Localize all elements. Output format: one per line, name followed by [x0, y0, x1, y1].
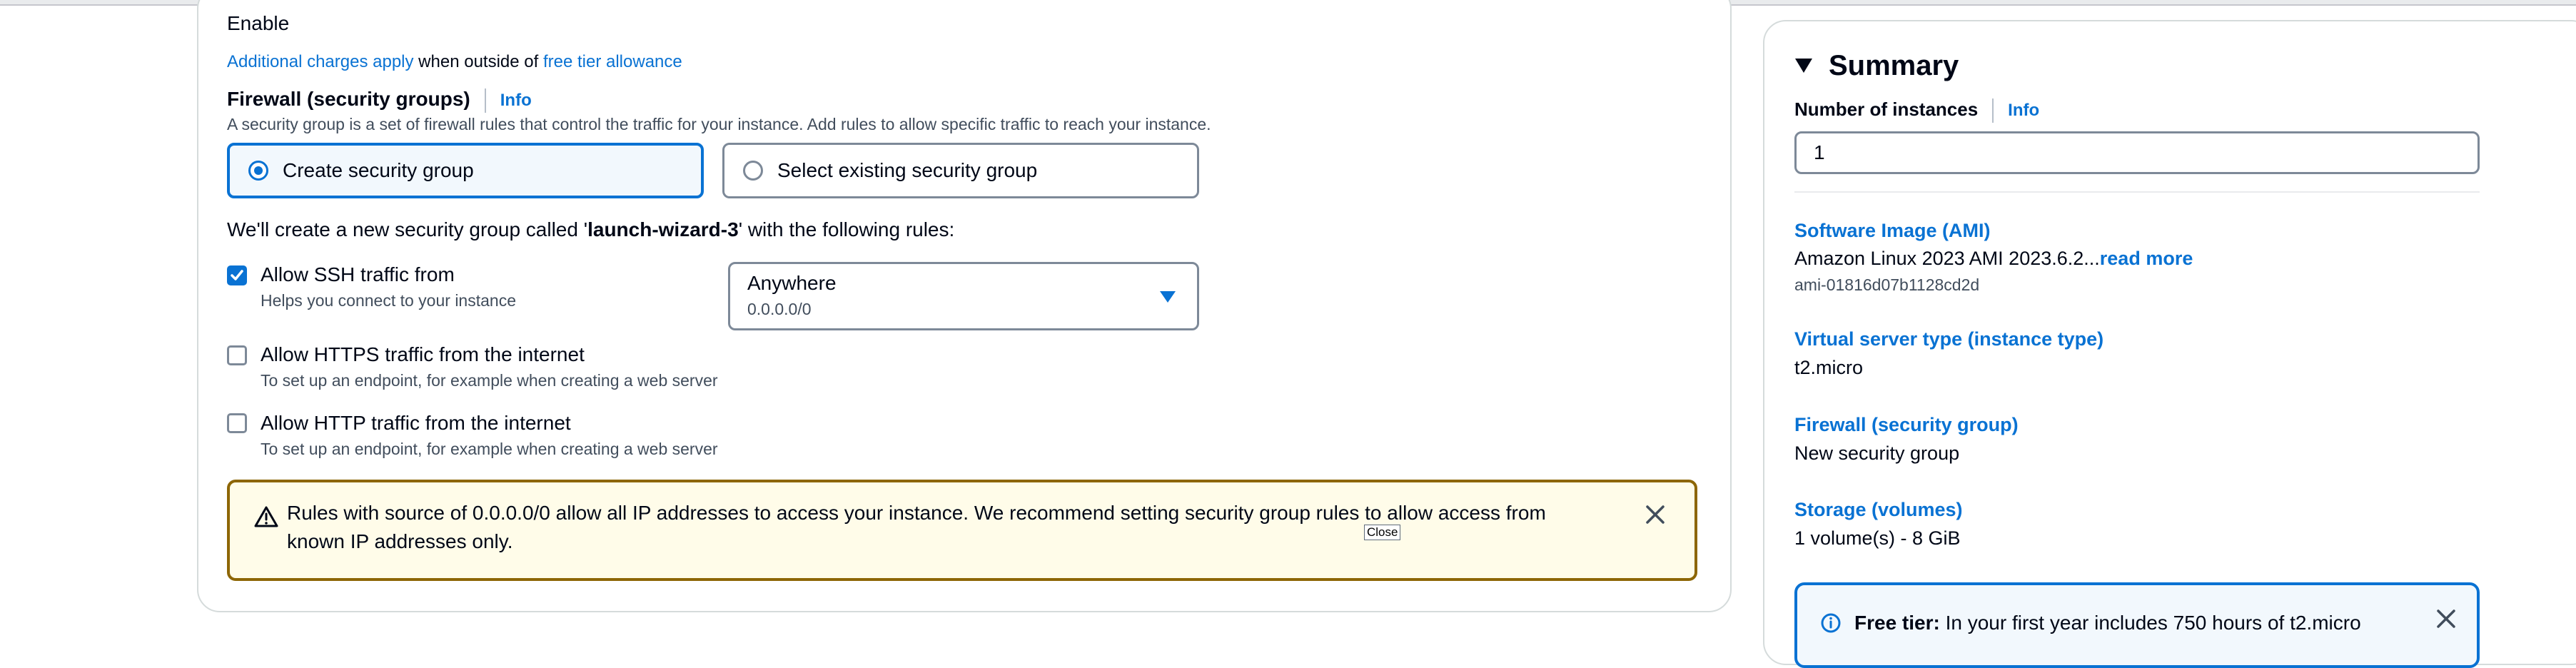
summary-title: Summary — [1829, 50, 1959, 81]
firewall-info-link[interactable]: Info — [500, 91, 532, 110]
close-icon[interactable] — [1645, 504, 1666, 525]
info-separator — [484, 88, 486, 113]
additional-charges-link[interactable]: Additional charges apply — [227, 52, 414, 71]
free-tier-text-row: Free tier: In your first year includes 7… — [1854, 611, 2361, 635]
new-group-sentence: We'll create a new security group called… — [227, 218, 954, 242]
close-icon[interactable] — [2435, 608, 2457, 629]
ami-read-more-link[interactable]: read more — [2100, 248, 2193, 269]
info-separator — [1992, 98, 1994, 123]
firewall-summary-value: New security group — [1794, 442, 1960, 464]
select-existing-security-group-label: Select existing security group — [777, 159, 1038, 181]
summary-header[interactable]: Summary — [1794, 49, 1959, 83]
allow-http-label[interactable]: Allow HTTP traffic from the internet — [261, 411, 571, 435]
instance-type-value: t2.micro — [1794, 357, 1864, 378]
summary-divider — [1794, 191, 2480, 193]
caret-down-icon[interactable] — [1794, 58, 1813, 74]
charges-middle-text: when outside of — [413, 52, 543, 71]
firewall-description: A security group is a set of firewall ru… — [227, 115, 1211, 133]
instance-type-label[interactable]: Virtual server type (instance type) — [1794, 327, 2103, 351]
instances-label-row: Number of instances Info — [1794, 97, 2039, 123]
caret-down-icon — [1160, 291, 1176, 303]
select-existing-security-group-option[interactable]: Select existing security group — [722, 143, 1199, 198]
firewall-heading: Firewall (security groups) — [227, 88, 470, 110]
ami-value-row: Amazon Linux 2023 AMI 2023.6.2...read mo… — [1794, 246, 2193, 270]
free-tier-alert: Free tier: In your first year includes 7… — [1794, 582, 2480, 668]
instances-label: Number of instances — [1794, 98, 1979, 120]
warning-text-line1: Rules with source of 0.0.0.0/0 allow all… — [287, 502, 1546, 524]
new-group-prefix: We'll create a new security group called… — [227, 218, 588, 241]
ssh-source-select[interactable]: Anywhere 0.0.0.0/0 — [728, 262, 1199, 330]
charges-note: Additional charges apply when outside of… — [227, 50, 682, 74]
allow-http-description: To set up an endpoint, for example when … — [261, 440, 718, 458]
ami-label[interactable]: Software Image (AMI) — [1794, 218, 1991, 243]
create-security-group-label: Create security group — [283, 159, 474, 181]
free-tier-allowance-link[interactable]: free tier allowance — [543, 52, 682, 71]
firewall-heading-row: Firewall (security groups) Info — [227, 87, 532, 113]
allow-ssh-checkbox[interactable] — [227, 265, 247, 285]
instances-info-link[interactable]: Info — [2008, 101, 2039, 120]
free-tier-bold: Free tier: — [1854, 612, 1940, 634]
ssh-source-value: Anywhere — [747, 272, 837, 294]
select-existing-security-group-radio[interactable] — [743, 161, 763, 181]
allow-http-checkbox[interactable] — [227, 413, 247, 433]
allow-https-description: To set up an endpoint, for example when … — [261, 371, 718, 390]
firewall-summary-label[interactable]: Firewall (security group) — [1794, 413, 2019, 437]
enable-label: Enable — [227, 12, 290, 34]
warning-text-line2: known IP addresses only. — [287, 530, 513, 552]
ami-id: ami-01816d07b1128cd2d — [1794, 275, 1980, 294]
allow-ssh-description: Helps you connect to your instance — [261, 291, 516, 310]
allow-https-label[interactable]: Allow HTTPS traffic from the internet — [261, 343, 585, 367]
number-of-instances-input[interactable]: 1 — [1794, 131, 2480, 174]
create-security-group-option[interactable]: Create security group — [227, 143, 704, 198]
warning-icon — [254, 506, 278, 527]
info-icon — [1821, 613, 1841, 633]
ami-value: Amazon Linux 2023 AMI 2023.6.2... — [1794, 248, 2100, 269]
close-tooltip: Close — [1364, 525, 1401, 540]
ssh-source-detail: 0.0.0.0/0 — [747, 300, 812, 318]
allow-https-checkbox[interactable] — [227, 345, 247, 365]
allow-ssh-label[interactable]: Allow SSH traffic from — [261, 263, 455, 287]
storage-value: 1 volume(s) - 8 GiB — [1794, 527, 1961, 549]
open-access-warning-alert: Rules with source of 0.0.0.0/0 allow all… — [227, 480, 1697, 581]
free-tier-text: In your first year includes 750 hours of… — [1939, 612, 2361, 634]
checkmark-icon — [231, 270, 243, 280]
storage-label[interactable]: Storage (volumes) — [1794, 497, 1963, 522]
new-group-suffix: ' with the following rules: — [738, 218, 955, 241]
new-group-name: launch-wizard-3 — [587, 218, 739, 241]
create-security-group-radio[interactable] — [248, 161, 268, 181]
